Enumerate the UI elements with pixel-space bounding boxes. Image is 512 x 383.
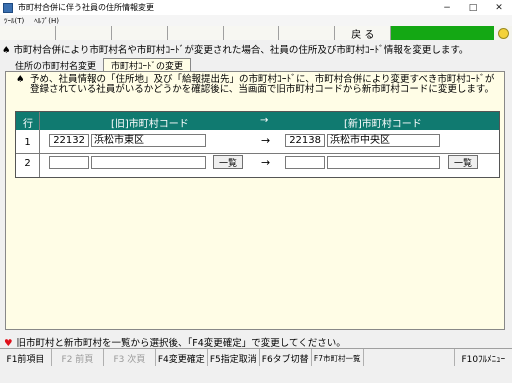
- info-message: ♠ 市町村合併により市町村名や市町村ｺｰﾄﾞが変更された場合、社員の住所及び市町…: [2, 45, 469, 56]
- f7-municipality-list-button[interactable]: F7市町村一覧: [312, 349, 364, 367]
- old-code-input[interactable]: [49, 156, 89, 169]
- toolbar-slot: [167, 26, 224, 40]
- status-indicator: [391, 26, 495, 40]
- tab-code-change[interactable]: 市町村ｺｰﾄﾞの変更: [103, 58, 192, 72]
- f2-prev-page-button[interactable]: F2 前頁: [52, 349, 104, 367]
- f4-confirm-button[interactable]: F4変更確定: [156, 349, 208, 367]
- new-name-field: 浜松市中央区: [327, 134, 440, 147]
- header-row: 行: [23, 119, 33, 130]
- toolbar-slot: [279, 26, 336, 40]
- old-code-input[interactable]: 22132: [49, 134, 89, 147]
- bottom-bar: [0, 366, 512, 383]
- toolbar-slot: [111, 26, 168, 40]
- f6-tab-switch-button[interactable]: F6タブ切替: [260, 349, 312, 367]
- header-arrow: →: [260, 115, 269, 126]
- header-old-code: [旧]市町村コード: [111, 119, 189, 130]
- header-new-code: [新]市町村コード: [344, 119, 422, 130]
- arrow-icon: →: [261, 134, 271, 147]
- tab-bar: 住所の市町村名変更 市町村ｺｰﾄﾞの変更: [8, 58, 192, 72]
- window-title: 市町村合併に伴う社員の住所情報変更: [18, 3, 154, 12]
- new-code-input[interactable]: 22138: [285, 134, 325, 147]
- tab-panel: ♠ 予め、社員情報の「住所地」及び「給報提出先」の市町村ｺｰﾄﾞに、市町村合併に…: [5, 71, 505, 330]
- toolbar: 戻 る: [0, 26, 512, 41]
- old-lookup-button[interactable]: 一覧: [213, 155, 243, 169]
- grid-header: 行 [旧]市町村コード → [新]市町村コード: [16, 112, 499, 130]
- function-key-bar: F1前項目 F2 前頁 F3 次頁 F4変更確定 F5指定取消 F6タブ切替 F…: [0, 348, 512, 367]
- back-button[interactable]: 戻 る: [335, 26, 392, 41]
- f5-clear-button[interactable]: F5指定取消: [208, 349, 260, 367]
- menu-help[interactable]: ﾍﾙﾌﾟ(H): [34, 16, 59, 26]
- new-lookup-button[interactable]: 一覧: [448, 155, 478, 169]
- maximize-button[interactable]: □: [460, 0, 486, 15]
- code-grid: 行 [旧]市町村コード → [新]市町村コード 1 22132 浜松市東区 → …: [15, 111, 500, 178]
- arrow-icon: →: [261, 156, 271, 169]
- menu-bar: ﾂｰﾙ(T) ﾍﾙﾌﾟ(H): [0, 15, 512, 26]
- toolbar-slot: [223, 26, 280, 40]
- status-bar: ♥ 旧市町村と新市町村を一覧から選択後、「F4変更確定」で変更してください。: [4, 335, 510, 349]
- toolbar-slot: [55, 26, 112, 40]
- menu-tools[interactable]: ﾂｰﾙ(T): [4, 16, 24, 26]
- minimize-button[interactable]: −: [434, 0, 460, 15]
- f3-next-page-button[interactable]: F3 次頁: [104, 349, 156, 367]
- tab-address-name-change[interactable]: 住所の市町村名変更: [8, 58, 103, 72]
- new-name-field: [327, 156, 440, 169]
- f10-full-menu-button[interactable]: F10ﾌﾙﾒﾆｭｰ: [455, 349, 512, 367]
- toolbar-slot: [0, 26, 56, 40]
- new-code-input[interactable]: [285, 156, 325, 169]
- old-name-field: [91, 156, 206, 169]
- instruction-text: 予め、社員情報の「住所地」及び「給報提出先」の市町村ｺｰﾄﾞに、市町村合併により…: [30, 74, 495, 95]
- spade-icon: ♠: [16, 74, 25, 85]
- row-number: 1: [24, 137, 31, 148]
- title-bar: 市町村合併に伴う社員の住所情報変更 − □ ✕: [0, 0, 512, 15]
- app-icon: [3, 2, 13, 13]
- old-name-field: 浜松市東区: [91, 134, 206, 147]
- function-key-slot: [364, 349, 455, 367]
- smiley-icon[interactable]: [494, 26, 512, 40]
- instruction: ♠ 予め、社員情報の「住所地」及び「給報提出先」の市町村ｺｰﾄﾞに、市町村合併に…: [16, 75, 496, 95]
- f1-prev-field-button[interactable]: F1前項目: [0, 349, 52, 367]
- row-number: 2: [24, 158, 31, 169]
- close-button[interactable]: ✕: [486, 0, 512, 15]
